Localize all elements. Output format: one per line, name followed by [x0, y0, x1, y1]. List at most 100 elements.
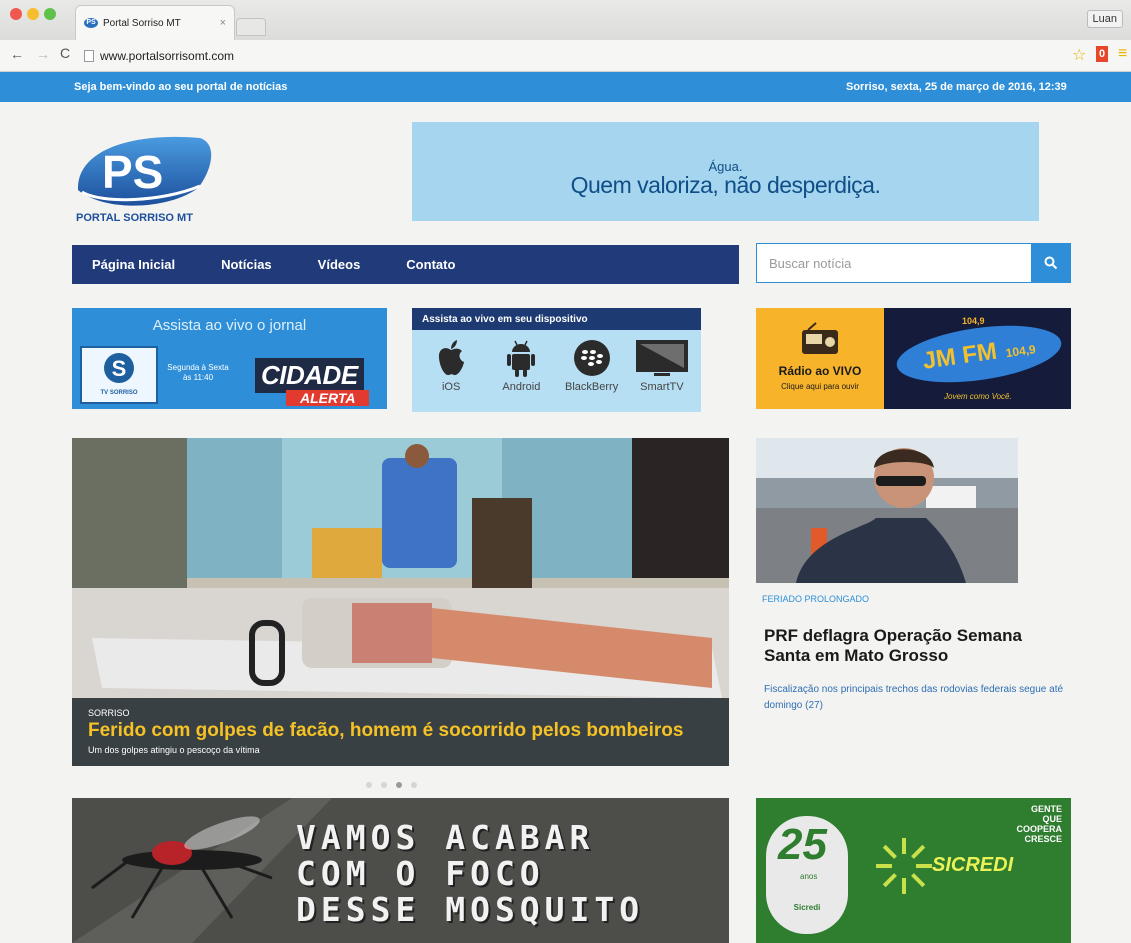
- anniversary-number: 25: [778, 820, 827, 869]
- profile-button[interactable]: Luan: [1086, 10, 1123, 28]
- device-android[interactable]: Android: [489, 338, 553, 393]
- back-arrow-icon[interactable]: ←: [10, 46, 24, 62]
- page-icon: [84, 50, 94, 62]
- jm-fm-logo: 104,9 JM FM 104,9 Jovem como Você.: [884, 308, 1071, 409]
- forward-arrow-icon[interactable]: →: [36, 46, 50, 62]
- featured-story-slider[interactable]: SORRISO Ferido com golpes de facão, home…: [72, 438, 729, 766]
- featured-story-category: SORRISO: [88, 708, 130, 718]
- sicredi-brand: SICREDI: [932, 854, 1014, 876]
- device-ios[interactable]: iOS: [419, 338, 483, 393]
- window-controls: [10, 8, 56, 20]
- browser-tab[interactable]: PS Portal Sorriso MT ×: [75, 5, 235, 40]
- device-smarttv[interactable]: SmartTV: [630, 338, 694, 393]
- side-story-summary: Fiscalização nos principais trechos das …: [764, 684, 1064, 711]
- live-show-title: Assista ao vivo o jornal: [152, 317, 307, 334]
- slider-dot[interactable]: [366, 782, 372, 788]
- radio-frequency: 104,9: [962, 316, 985, 326]
- anniversary-unit: anos: [800, 872, 818, 881]
- bookmark-star-icon[interactable]: ☆: [1072, 45, 1086, 65]
- station-logo: JM FM 104,9: [893, 316, 1065, 392]
- svg-text:S: S: [112, 356, 127, 381]
- device-label: iOS: [441, 381, 461, 393]
- slider-dot[interactable]: [411, 782, 417, 788]
- search-input[interactable]: [756, 243, 1031, 283]
- blackberry-icon: [573, 340, 610, 376]
- welcome-message: Seja bem-vindo ao seu portal de notícias: [74, 81, 288, 93]
- mosquito-campaign-ad[interactable]: VAMOS ACABAR COM O FOCO DESSE MOSQUITO: [72, 798, 729, 943]
- radio-live-banner[interactable]: Rádio ao VIVO Clique aqui para ouvir 104…: [756, 308, 1071, 409]
- seal-brand-text: Sicredi: [793, 903, 821, 912]
- nav-item-contact[interactable]: Contato: [406, 257, 455, 272]
- apple-icon: [439, 340, 465, 376]
- nav-item-news[interactable]: Notícias: [221, 257, 272, 272]
- url-text: www.portalsorrisomt.com: [100, 49, 235, 63]
- sicredi-ad[interactable]: 25 anos Sicredi GENTE QUE COOPERA CRESCE…: [756, 798, 1071, 943]
- side-story-title[interactable]: PRF deflagra Operação Semana Santa em Ma…: [764, 626, 1064, 666]
- close-window-button[interactable]: [10, 8, 22, 20]
- main-navigation: Página Inicial Notícias Vídeos Contato: [72, 245, 739, 284]
- device-label: BlackBerry: [565, 381, 619, 393]
- slider-pagination: [366, 782, 417, 788]
- slider-dot[interactable]: [381, 782, 387, 788]
- radio-live-title: Rádio ao VIVO: [778, 364, 862, 378]
- side-story-category: FERIADO PROLONGADO: [762, 594, 870, 604]
- side-story-photo[interactable]: [756, 438, 1018, 583]
- reload-icon[interactable]: C: [60, 45, 70, 61]
- show-schedule: Segunda à Sexta às 11:40: [167, 363, 229, 382]
- android-icon: [507, 340, 536, 377]
- water-campaign-banner[interactable]: Água. Quem valoriza, não desperdiça.: [412, 122, 1039, 221]
- station-name: JM FM: [920, 337, 999, 375]
- mosquito-line: VAMOS ACABAR: [296, 818, 595, 857]
- site-logo[interactable]: PS PORTAL SORRISO MT: [72, 130, 222, 228]
- featured-story-subheadline: Um dos golpes atingiu o pescoço da vítim…: [88, 745, 260, 755]
- banner-big-text: Quem valoriza, não desperdiça.: [570, 172, 881, 198]
- new-tab-button[interactable]: [236, 18, 266, 36]
- slogan-line: COOPERA: [1016, 824, 1062, 834]
- mosquito-line: DESSE MOSQUITO: [296, 890, 645, 929]
- browser-menu-icon[interactable]: ≡: [1118, 45, 1127, 63]
- tv-icon: [635, 340, 688, 376]
- mosquito-line: COM O FOCO: [296, 854, 545, 893]
- search-button[interactable]: [1031, 243, 1071, 283]
- slogan-line: CRESCE: [1024, 834, 1062, 844]
- portal-favicon-icon: PS: [84, 18, 98, 28]
- slogan-line: GENTE: [1030, 804, 1062, 814]
- zoom-window-button[interactable]: [44, 8, 56, 20]
- address-bar[interactable]: www.portalsorrisomt.com: [84, 46, 1059, 66]
- radio-icon: [802, 322, 838, 354]
- radio-live-panel: Rádio ao VIVO Clique aqui para ouvir: [756, 308, 884, 409]
- show-name-alert: ALERTA: [286, 390, 370, 406]
- featured-story-caption: SORRISO Ferido com golpes de facão, home…: [72, 698, 729, 766]
- nav-item-home[interactable]: Página Inicial: [92, 257, 175, 272]
- device-label: SmartTV: [640, 381, 684, 393]
- svg-text:PS: PS: [102, 146, 163, 198]
- site-top-bar: Seja bem-vindo ao seu portal de notícias…: [0, 72, 1131, 102]
- tv-sorriso-icon: S: [104, 353, 134, 383]
- slider-dot-active[interactable]: [396, 782, 402, 788]
- radio-live-cta: Clique aqui para ouvir: [781, 382, 859, 391]
- devices-heading: Assista ao vivo em seu dispositivo: [412, 308, 701, 330]
- current-datetime: Sorriso, sexta, 25 de março de 2016, 12:…: [846, 81, 1067, 93]
- nav-item-videos[interactable]: Vídeos: [318, 257, 361, 272]
- tab-close-icon[interactable]: ×: [220, 17, 226, 29]
- sicredi-flower-icon: [876, 838, 932, 894]
- logo-name: PORTAL SORRISO MT: [76, 212, 193, 224]
- browser-tab-bar: PS Portal Sorriso MT × Luan: [0, 0, 1131, 40]
- live-news-show-banner[interactable]: Assista ao vivo o jornal S TV SORRISO Se…: [72, 308, 387, 409]
- news-search: [756, 243, 1071, 283]
- tv-sorriso-logo: S TV SORRISO: [80, 346, 158, 404]
- tv-label: TV SORRISO: [100, 390, 138, 396]
- police-officer-photo: [756, 438, 1018, 583]
- featured-story-headline[interactable]: Ferido com golpes de facão, homem é soco…: [88, 720, 683, 742]
- mosquito-campaign-text: VAMOS ACABAR COM O FOCO DESSE MOSQUITO: [296, 820, 644, 928]
- minimize-window-button[interactable]: [27, 8, 39, 20]
- station-slogan: Jovem como Você.: [944, 392, 1012, 401]
- search-icon: [1044, 256, 1058, 270]
- office-extension-icon[interactable]: 0: [1096, 46, 1108, 62]
- sicredi-slogan: GENTE QUE COOPERA CRESCE: [982, 804, 1062, 844]
- watch-on-device-box: Assista ao vivo em seu dispositivo iOS A…: [412, 308, 701, 412]
- device-blackberry[interactable]: BlackBerry: [560, 338, 624, 393]
- show-name: CIDADE: [255, 358, 364, 393]
- slogan-line: QUE: [1042, 814, 1062, 824]
- station-frequency: 104,9: [1004, 342, 1037, 361]
